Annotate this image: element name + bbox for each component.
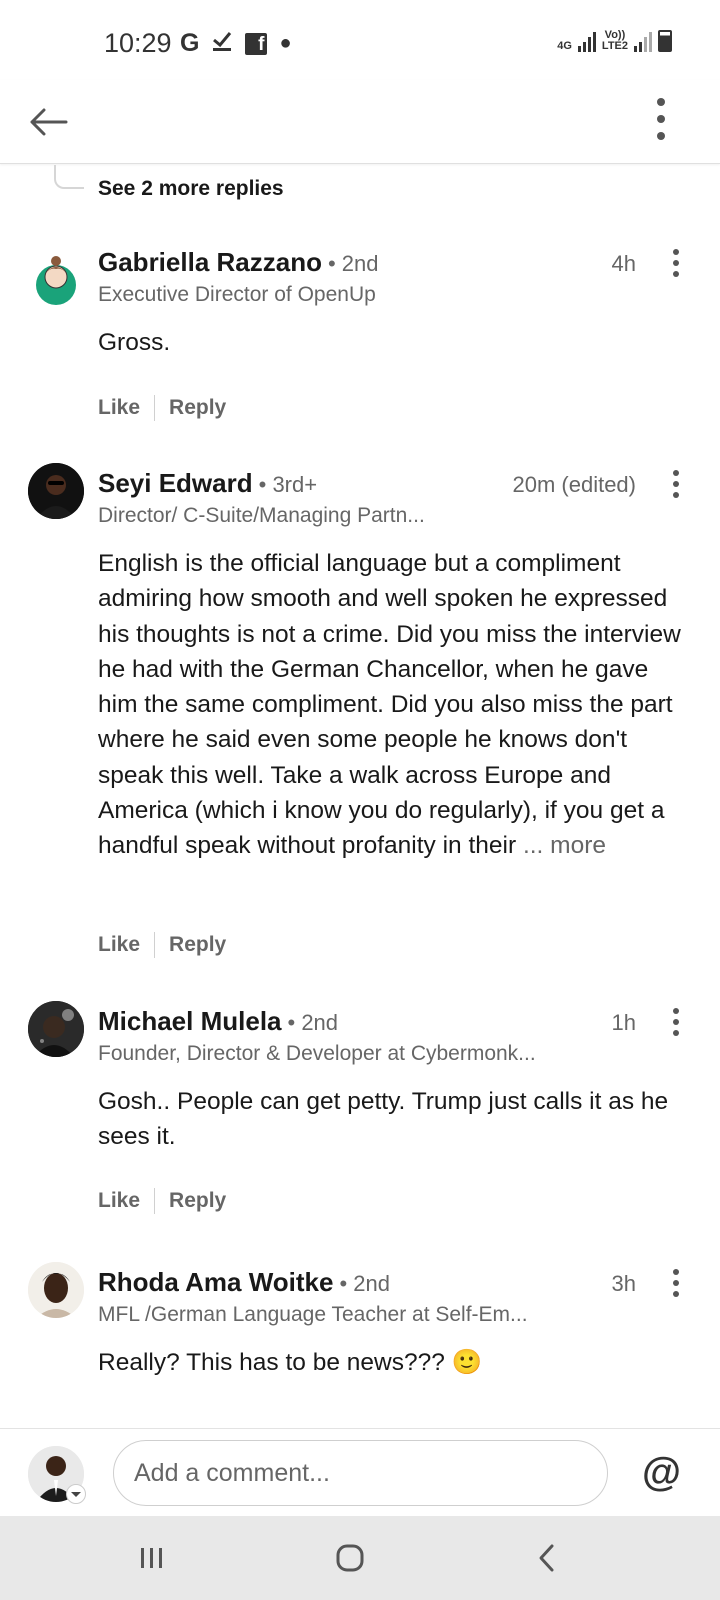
comment-time: 3h (611, 1271, 636, 1296)
comment-author-row: Michael Mulela • 2nd (98, 1006, 338, 1037)
comment-author-row: Rhoda Ama Woitke • 2nd (98, 1267, 390, 1298)
comment-item: Michael Mulela • 2nd 1h Founder, Directo… (0, 1001, 720, 1226)
more-vertical-icon[interactable] (666, 1267, 686, 1299)
comment-body: Really? This has to be news??? 🙂 (98, 1349, 483, 1376)
comment-text: English is the official language but a c… (98, 546, 688, 864)
comment-time: 1h (611, 1010, 636, 1035)
thread-connector (54, 165, 84, 189)
comment-time: 20m (edited) (512, 472, 636, 497)
comment-input[interactable] (113, 1440, 608, 1506)
avatar[interactable] (28, 1001, 84, 1057)
reply-button[interactable]: Reply (169, 933, 226, 957)
comment-item: Seyi Edward • 3rd+ 20m (edited) Director… (0, 463, 720, 968)
comment-body: Gosh.. People can get petty. Trump just … (98, 1088, 669, 1151)
author-name[interactable]: Rhoda Ama Woitke (98, 1267, 333, 1298)
system-icons: 4G Vo)) LTE2 (557, 30, 672, 52)
comment-body: English is the official language but a c… (98, 550, 681, 860)
back-icon[interactable] (526, 1536, 570, 1580)
comment-text: Really? This has to be news??? 🙂 (98, 1345, 688, 1380)
reply-button[interactable]: Reply (169, 1189, 226, 1213)
author-headline: Founder, Director & Developer at Cybermo… (98, 1042, 536, 1065)
author-name[interactable]: Gabriella Razzano (98, 247, 322, 278)
connection-degree: • 2nd (287, 1010, 339, 1035)
author-headline: MFL /German Language Teacher at Self-Em.… (98, 1303, 528, 1326)
signal-icon-2 (634, 32, 652, 52)
connection-degree: • 2nd (327, 251, 379, 276)
action-divider (154, 932, 156, 958)
chevron-down-icon[interactable] (66, 1484, 86, 1504)
avatar[interactable] (28, 463, 84, 519)
reply-button[interactable]: Reply (169, 396, 226, 420)
action-divider (154, 1188, 156, 1214)
more-vertical-icon[interactable] (646, 94, 676, 144)
author-headline: Executive Director of OpenUp (98, 283, 376, 306)
avatar[interactable] (28, 251, 84, 307)
facebook-icon: f (245, 32, 268, 55)
comment-text: Gross. (98, 325, 688, 360)
battery-icon (658, 30, 672, 52)
home-icon[interactable] (328, 1536, 372, 1580)
author-headline: Director/ C-Suite/Managing Partn... (98, 504, 425, 527)
dot-icon: ● (279, 32, 292, 54)
more-vertical-icon[interactable] (666, 247, 686, 279)
comment-body: Gross. (98, 329, 171, 356)
connection-degree: • 3rd+ (258, 472, 318, 497)
status-time: 10:29 (104, 28, 172, 58)
comment-actions: Like Reply (98, 395, 226, 421)
app-header (0, 80, 720, 164)
comment-author-row: Gabriella Razzano • 2nd (98, 247, 379, 278)
google-icon: G (180, 29, 200, 57)
comment-item: Rhoda Ama Woitke • 2nd 3h MFL /German La… (0, 1262, 720, 1427)
avatar[interactable] (28, 1262, 84, 1318)
comment-author-row: Seyi Edward • 3rd+ (98, 468, 317, 499)
author-name[interactable]: Michael Mulela (98, 1006, 282, 1037)
volte-icon: Vo)) LTE2 (602, 30, 628, 52)
comment-actions: Like Reply (98, 932, 226, 958)
see-more-replies-link[interactable]: See 2 more replies (98, 177, 284, 201)
comment-text: Gosh.. People can get petty. Trump just … (98, 1084, 688, 1155)
system-nav-bar (0, 1516, 720, 1600)
comment-item: Gabriella Razzano • 2nd 4h Executive Dir… (0, 247, 720, 437)
like-button[interactable]: Like (98, 396, 140, 420)
action-divider (154, 395, 156, 421)
signal-icon (577, 32, 596, 52)
network-type-label: 4G (557, 40, 572, 52)
like-button[interactable]: Like (98, 1189, 140, 1213)
comment-composer: @ (0, 1428, 720, 1516)
status-bar: 10:29 G f ● 4G Vo)) LTE2 (0, 0, 720, 80)
more-vertical-icon[interactable] (666, 468, 686, 500)
comments-list: See 2 more replies Gabriella Razzano • 2… (0, 165, 720, 1427)
connection-degree: • 2nd (339, 1271, 391, 1296)
comment-time: 4h (611, 251, 636, 276)
volte-label-bottom: LTE2 (601, 40, 628, 52)
arrow-left-icon[interactable] (26, 100, 70, 144)
recent-apps-icon[interactable] (130, 1536, 174, 1580)
comment-actions: Like Reply (98, 1188, 226, 1214)
mention-button[interactable]: @ (642, 1447, 681, 1497)
more-vertical-icon[interactable] (666, 1006, 686, 1038)
author-name[interactable]: Seyi Edward (98, 468, 253, 499)
notification-icons: G f ● (180, 29, 292, 58)
download-done-icon (211, 29, 233, 58)
like-button[interactable]: Like (98, 933, 140, 957)
see-more-link[interactable]: ... more (523, 832, 606, 859)
